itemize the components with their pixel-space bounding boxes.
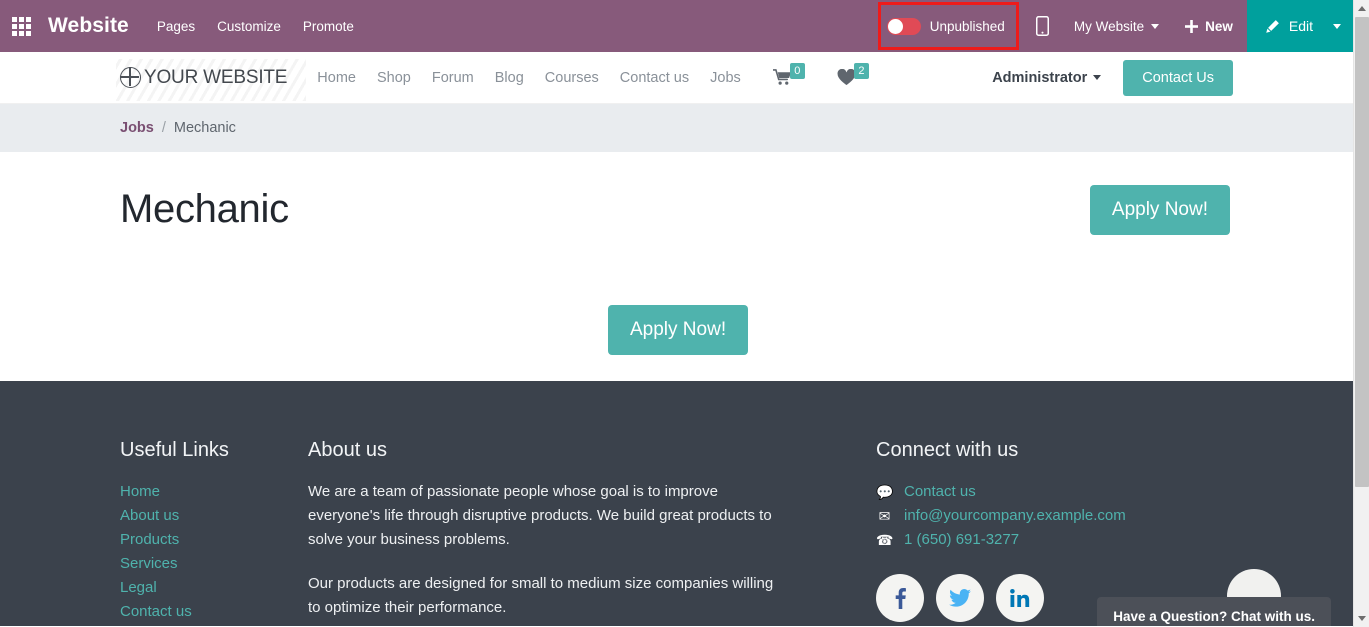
scroll-up-button[interactable] <box>1354 0 1369 17</box>
publish-toggle-switch[interactable] <box>886 17 921 35</box>
edit-button[interactable]: Edit <box>1246 0 1329 52</box>
website-header-right: Administrator Contact Us <box>992 59 1233 96</box>
footer-link-contact-us[interactable]: Contact us <box>120 600 308 624</box>
footer-about-heading: About us <box>308 439 387 461</box>
mobile-phone-icon[interactable] <box>1023 0 1062 52</box>
page-title: Mechanic <box>120 187 289 231</box>
chevron-down-icon <box>1093 75 1102 80</box>
scroll-down-button[interactable] <box>1354 610 1369 627</box>
footer-link-products[interactable]: Products <box>120 528 308 552</box>
apply-now-button-body[interactable]: Apply Now! <box>608 305 749 355</box>
nav-item-forum[interactable]: Forum <box>432 70 474 86</box>
footer-contact-row: 💬 Contact us <box>876 480 1206 504</box>
edit-button-label: Edit <box>1288 18 1313 34</box>
main-content: Mechanic Apply Now! Apply Now! <box>0 152 1353 381</box>
footer-link-about-us[interactable]: About us <box>120 504 308 528</box>
new-button-label: New <box>1205 18 1233 34</box>
footer-useful-links-heading: Useful Links <box>120 439 229 461</box>
odoo-menu: Pages Customize Promote <box>157 19 354 34</box>
footer-email-row: ✉ info@yourcompany.example.com <box>876 504 1206 528</box>
site-logo-text: YOUR WEBSITE <box>144 66 288 88</box>
user-menu-label: Administrator <box>992 69 1088 86</box>
chevron-down-icon <box>1333 23 1341 29</box>
chevron-down-icon <box>1151 23 1160 29</box>
nav-item-jobs[interactable]: Jobs <box>710 70 741 86</box>
contact-us-cta-button[interactable]: Contact Us <box>1123 59 1233 96</box>
cart-count-badge: 0 <box>789 63 805 79</box>
footer-about-paragraph-2: Our products are designed for small to m… <box>308 575 774 616</box>
globe-icon <box>120 67 141 88</box>
edit-dropdown-toggle[interactable] <box>1329 0 1353 52</box>
footer-link-services[interactable]: Services <box>120 552 308 576</box>
site-logo[interactable]: YOUR WEBSITE <box>116 58 306 101</box>
breadcrumb-parent-jobs[interactable]: Jobs <box>120 120 154 136</box>
chat-bubble-message[interactable]: Have a Question? Chat with us. <box>1097 597 1331 626</box>
nav-item-shop[interactable]: Shop <box>377 70 411 86</box>
chevron-up-icon <box>1357 6 1366 11</box>
apply-now-button-top[interactable]: Apply Now! <box>1089 185 1230 235</box>
chat-bubble-icon: 💬 <box>876 484 894 500</box>
browser-viewport: Website Pages Customize Promote Unpublis… <box>0 0 1369 627</box>
nav-item-contact-us[interactable]: Contact us <box>620 70 689 86</box>
user-menu[interactable]: Administrator <box>992 69 1102 86</box>
site-footer: Useful Links Home About us Products Serv… <box>0 381 1353 626</box>
site-nav: Home Shop Forum Blog Courses Contact us … <box>317 70 740 86</box>
odoo-top-bar: Website Pages Customize Promote Unpublis… <box>0 0 1353 52</box>
nav-item-home[interactable]: Home <box>317 70 356 86</box>
my-website-menu[interactable]: My Website <box>1062 0 1171 52</box>
footer-useful-links: Useful Links Home About us Products Serv… <box>120 439 308 626</box>
page-root: Website Pages Customize Promote Unpublis… <box>0 0 1353 627</box>
footer-connect-heading: Connect with us <box>876 439 1019 461</box>
facebook-icon[interactable] <box>876 574 924 622</box>
phone-icon: ☎ <box>876 532 894 548</box>
my-website-label: My Website <box>1073 18 1145 34</box>
menu-item-promote[interactable]: Promote <box>303 19 354 34</box>
shopping-cart-icon <box>772 69 791 85</box>
twitter-icon[interactable] <box>936 574 984 622</box>
footer-columns: Useful Links Home About us Products Serv… <box>120 439 1233 626</box>
envelope-icon: ✉ <box>878 508 891 524</box>
nav-item-courses[interactable]: Courses <box>545 70 599 86</box>
footer-link-legal[interactable]: Legal <box>120 576 308 600</box>
new-button[interactable]: New <box>1171 0 1247 52</box>
footer-link-home[interactable]: Home <box>120 480 308 504</box>
plus-icon <box>1185 19 1199 33</box>
nav-item-blog[interactable]: Blog <box>495 70 524 86</box>
pencil-icon <box>1266 19 1279 33</box>
publish-toggle-label: Unpublished <box>929 18 1005 34</box>
odoo-app-name[interactable]: Website <box>48 14 129 38</box>
scrollbar-thumb[interactable] <box>1355 17 1369 487</box>
footer-phone-row: ☎ 1 (650) 691-3277 <box>876 528 1206 552</box>
chat-widget[interactable]: Have a Question? Chat with us. <box>1097 569 1331 626</box>
chevron-down-icon <box>1358 616 1366 621</box>
odoo-top-bar-right: Unpublished My Website New Edit <box>869 0 1353 52</box>
vertical-scrollbar[interactable] <box>1353 0 1369 627</box>
breadcrumb: Jobs / Mechanic <box>0 104 1353 152</box>
menu-item-customize[interactable]: Customize <box>217 19 281 34</box>
breadcrumb-current: Mechanic <box>173 120 236 136</box>
footer-about: About us We are a team of passionate peo… <box>308 439 778 626</box>
publish-toggle[interactable]: Unpublished <box>869 0 1023 52</box>
wishlist-count-badge: 2 <box>853 63 870 79</box>
cart-button[interactable]: 0 <box>772 63 805 86</box>
website-header: YOUR WEBSITE Home Shop Forum Blog Course… <box>0 52 1353 104</box>
footer-about-paragraph-1: We are a team of passionate people whose… <box>308 483 772 548</box>
footer-contact-link[interactable]: Contact us <box>904 480 976 504</box>
breadcrumb-separator: / <box>161 120 166 136</box>
footer-phone-link[interactable]: 1 (650) 691-3277 <box>904 528 1019 552</box>
apps-grid-icon[interactable] <box>4 0 38 52</box>
menu-item-pages[interactable]: Pages <box>157 19 195 34</box>
wishlist-button[interactable]: 2 <box>837 63 870 86</box>
linkedin-icon[interactable] <box>996 574 1044 622</box>
footer-email-link[interactable]: info@yourcompany.example.com <box>904 504 1126 528</box>
